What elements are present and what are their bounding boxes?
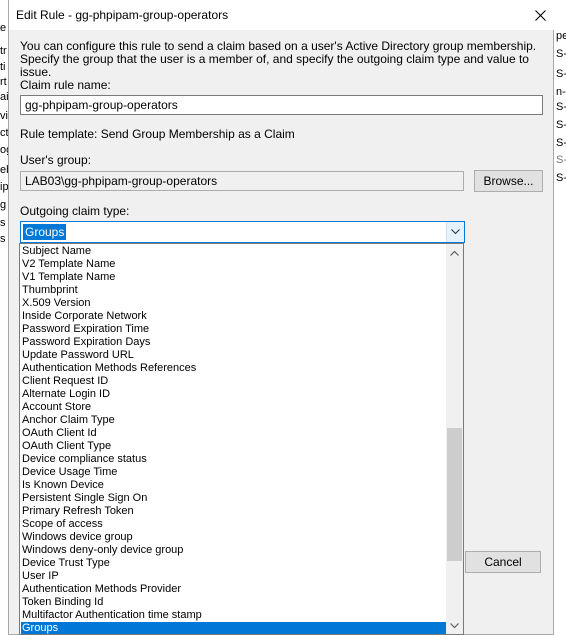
cancel-button[interactable]: Cancel	[465, 551, 541, 573]
background-text-fragment: s	[0, 217, 6, 229]
close-button[interactable]	[525, 0, 555, 30]
claim-type-option[interactable]: Subject Name	[21, 245, 446, 258]
dropdown-scrollbar[interactable]	[446, 244, 463, 634]
claim-rule-name-input[interactable]: gg-phpipam-group-operators	[20, 95, 543, 115]
chevron-up-icon	[450, 250, 459, 256]
chevron-down-icon	[451, 229, 460, 235]
claim-type-option[interactable]: Windows device group	[21, 531, 446, 544]
claim-type-option[interactable]: Multifactor Authentication time stamp	[21, 609, 446, 622]
scroll-down-button[interactable]	[446, 617, 463, 634]
rule-description: You can configure this rule to send a cl…	[20, 39, 537, 79]
claim-type-option[interactable]: Is Known Device	[21, 479, 446, 492]
claim-type-option[interactable]: Thumbprint	[21, 284, 446, 297]
background-text-fragment: vi	[0, 110, 8, 122]
claim-type-option[interactable]: Authentication Methods Provider	[21, 583, 446, 596]
claim-type-option[interactable]: Device compliance status	[21, 453, 446, 466]
users-group-field: LAB03\gg-phpipam-group-operators	[20, 171, 464, 191]
claim-type-option[interactable]: OAuth Client Type	[21, 440, 446, 453]
background-text-fragment: e	[0, 22, 7, 34]
claim-type-option[interactable]: Client Request ID	[21, 375, 446, 388]
outgoing-claim-type-value: Groups	[23, 224, 67, 240]
claim-type-option[interactable]: User IP	[21, 570, 446, 583]
combo-dropdown-button[interactable]	[446, 222, 464, 242]
claim-type-option[interactable]: Authentication Methods References	[21, 362, 446, 375]
scroll-up-button[interactable]	[446, 244, 463, 261]
claim-type-option[interactable]: Token Binding Id	[21, 596, 446, 609]
claim-type-option[interactable]: X.509 Version	[21, 297, 446, 310]
background-text-fragment: s	[0, 233, 6, 245]
background-text-fragment: rt	[0, 76, 7, 88]
claim-type-option[interactable]: Device Usage Time	[21, 466, 446, 479]
background-text-fragment: n-	[556, 86, 566, 98]
claim-type-option[interactable]: V1 Template Name	[21, 271, 446, 284]
background-text-fragment: S-	[556, 119, 566, 131]
dialog-title: Edit Rule - gg-phpipam-group-operators	[16, 8, 229, 22]
background-text-fragment: S-	[556, 137, 566, 149]
claim-type-option[interactable]: Password Expiration Time	[21, 323, 446, 336]
rule-template-label: Rule template: Send Group Membership as …	[20, 127, 295, 141]
background-text-fragment: pe	[556, 30, 566, 42]
claim-type-option[interactable]: Scope of access	[21, 518, 446, 531]
background-text-fragment: S-	[556, 48, 566, 60]
background-text-fragment: S-	[556, 172, 566, 184]
claim-type-dropdown-list[interactable]: Subject Name V2 Template Name V1 Template …	[19, 243, 464, 635]
claim-type-option[interactable]: Persistent Single Sign On	[21, 492, 446, 505]
claim-type-option[interactable]: Groups	[21, 622, 446, 634]
users-group-label: User's group:	[20, 153, 91, 167]
background-text-fragment: S-	[556, 101, 566, 113]
scroll-thumb[interactable]	[447, 428, 462, 562]
browse-button[interactable]: Browse...	[474, 170, 543, 192]
claim-type-option[interactable]: Inside Corporate Network	[21, 310, 446, 323]
claim-type-option[interactable]: OAuth Client Id	[21, 427, 446, 440]
background-text-fragment: tr	[0, 45, 7, 57]
claim-rule-name-label: Claim rule name:	[20, 78, 111, 92]
claim-type-option[interactable]: Account Store	[21, 401, 446, 414]
outgoing-claim-type-label: Outgoing claim type:	[20, 204, 130, 218]
background-window-right: pe S- S-n- S- S- S- S- S-	[555, 0, 566, 635]
background-text-fragment: S-	[556, 68, 566, 80]
background-text-fragment: ti	[0, 61, 6, 73]
claim-type-option[interactable]: Alternate Login ID	[21, 388, 446, 401]
background-text-fragment: g	[0, 199, 7, 211]
title-bar: Edit Rule - gg-phpipam-group-operators	[9, 0, 555, 30]
claim-type-option[interactable]: Password Expiration Days	[21, 336, 446, 349]
claim-type-options: Subject Name V2 Template Name V1 Template …	[21, 245, 446, 634]
claim-type-option[interactable]: V2 Template Name	[21, 258, 446, 271]
close-icon	[534, 9, 546, 21]
chevron-down-icon	[450, 622, 459, 628]
claim-type-option[interactable]: Update Password URL	[21, 349, 446, 362]
outgoing-claim-type-select[interactable]: Groups	[20, 221, 465, 243]
claim-type-option[interactable]: Anchor Claim Type	[21, 414, 446, 427]
claim-type-option[interactable]: Device Trust Type	[21, 557, 446, 570]
claim-type-option[interactable]: Windows deny-only device group	[21, 544, 446, 557]
claim-type-option[interactable]: Primary Refresh Token	[21, 505, 446, 518]
background-text-fragment: S-	[556, 154, 566, 166]
